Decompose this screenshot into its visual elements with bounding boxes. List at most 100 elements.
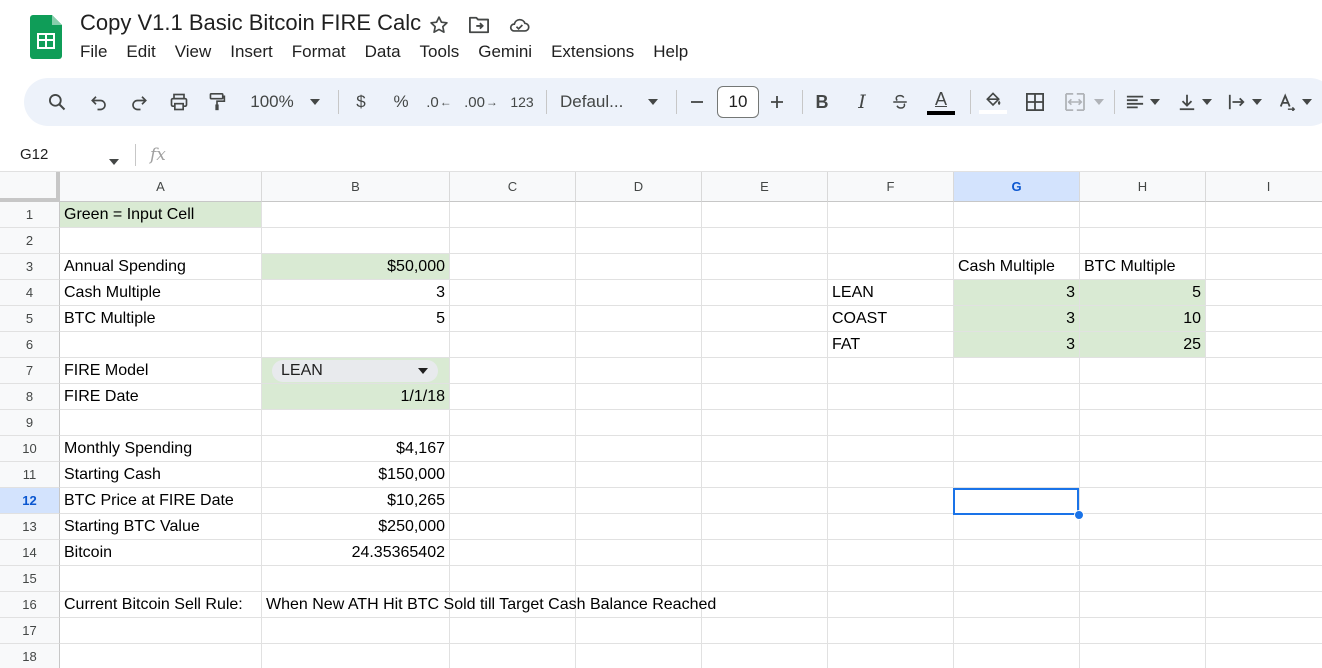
bold-button[interactable]: B [808, 78, 836, 126]
cell-b14[interactable]: 24.35365402 [262, 540, 450, 566]
star-icon[interactable] [428, 14, 450, 36]
zoom-chevron-down-icon[interactable] [306, 78, 324, 126]
halign-chevron-down-icon[interactable] [1148, 78, 1162, 126]
menu-help[interactable]: Help [653, 42, 698, 62]
merge-chevron-down-icon[interactable] [1092, 78, 1106, 126]
format-currency-button[interactable]: $ [348, 78, 374, 126]
text-rotation-icon[interactable] [1274, 78, 1300, 126]
cell-g6[interactable]: 3 [954, 332, 1080, 358]
decrease-decimal-button[interactable]: .0 ← [424, 78, 454, 126]
cell-a16[interactable]: Current Bitcoin Sell Rule: [60, 592, 262, 618]
horizontal-align-icon[interactable] [1122, 78, 1148, 126]
column-header-a[interactable]: A [60, 172, 262, 202]
cell-g3[interactable]: Cash Multiple [954, 254, 1080, 280]
cell-a4[interactable]: Cash Multiple [60, 280, 262, 306]
cell-b12[interactable]: $10,265 [262, 488, 450, 514]
row-header-11[interactable]: 11 [0, 462, 60, 488]
italic-button[interactable]: I [848, 78, 876, 126]
sheets-logo-icon[interactable] [30, 15, 62, 59]
format-percent-button[interactable]: % [388, 78, 414, 126]
cell-b4[interactable]: 3 [262, 280, 450, 306]
fire-model-dropdown[interactable]: LEAN [272, 360, 438, 382]
row-header-7[interactable]: 7 [0, 358, 60, 384]
cell-a13[interactable]: Starting BTC Value [60, 514, 262, 540]
column-header-i[interactable]: I [1206, 172, 1322, 202]
cell-b11[interactable]: $150,000 [262, 462, 450, 488]
cell-b5[interactable]: 5 [262, 306, 450, 332]
undo-icon[interactable] [84, 78, 114, 126]
cell-f6[interactable]: FAT [828, 332, 954, 358]
font-family-select[interactable]: Defaul... [560, 78, 642, 126]
text-color-button[interactable]: A [924, 78, 958, 126]
cell-b16[interactable]: When New ATH Hit BTC Sold till Target Ca… [266, 596, 716, 614]
font-chevron-down-icon[interactable] [644, 78, 662, 126]
cell-h3[interactable]: BTC Multiple [1080, 254, 1206, 280]
row-header-4[interactable]: 4 [0, 280, 60, 306]
row-header-16[interactable]: 16 [0, 592, 60, 618]
borders-icon[interactable] [1020, 78, 1050, 126]
paint-format-icon[interactable] [202, 78, 232, 126]
column-header-e[interactable]: E [702, 172, 828, 202]
cell-g5[interactable]: 3 [954, 306, 1080, 332]
menu-file[interactable]: File [80, 42, 117, 62]
fill-color-icon[interactable] [976, 78, 1010, 126]
increase-font-size-icon[interactable] [764, 78, 790, 126]
cell-b10[interactable]: $4,167 [262, 436, 450, 462]
more-formats-button[interactable]: 123 [506, 78, 538, 126]
cell-g4[interactable]: 3 [954, 280, 1080, 306]
select-all-corner[interactable] [0, 172, 60, 202]
vertical-align-icon[interactable] [1174, 78, 1200, 126]
move-folder-icon[interactable] [468, 14, 490, 36]
row-header-1[interactable]: 1 [0, 202, 60, 228]
cell-b3[interactable]: $50,000 [262, 254, 450, 280]
document-title[interactable]: Copy V1.1 Basic Bitcoin FIRE Calc [80, 10, 421, 36]
column-header-d[interactable]: D [576, 172, 702, 202]
font-size-input[interactable]: 10 [717, 86, 759, 118]
cell-a7[interactable]: FIRE Model [60, 358, 262, 384]
cell-a8[interactable]: FIRE Date [60, 384, 262, 410]
row-header-18[interactable]: 18 [0, 644, 60, 668]
row-header-14[interactable]: 14 [0, 540, 60, 566]
cell-a12[interactable]: BTC Price at FIRE Date [60, 488, 262, 514]
cloud-status-icon[interactable] [508, 14, 530, 36]
cell-h5[interactable]: 10 [1080, 306, 1206, 332]
row-header-17[interactable]: 17 [0, 618, 60, 644]
decrease-font-size-icon[interactable] [684, 78, 710, 126]
name-box-chevron-down-icon[interactable] [109, 152, 119, 170]
zoom-select[interactable]: 100% [242, 78, 302, 126]
cell-b8[interactable]: 1/1/18 [262, 384, 450, 410]
cell-a11[interactable]: Starting Cash [60, 462, 262, 488]
column-header-b[interactable]: B [262, 172, 450, 202]
cell-a14[interactable]: Bitcoin [60, 540, 262, 566]
name-box[interactable]: G12 [20, 146, 48, 163]
row-header-2[interactable]: 2 [0, 228, 60, 254]
text-wrapping-icon[interactable] [1224, 78, 1250, 126]
redo-icon[interactable] [124, 78, 154, 126]
menu-view[interactable]: View [175, 42, 222, 62]
menu-insert[interactable]: Insert [230, 42, 283, 62]
valign-chevron-down-icon[interactable] [1200, 78, 1214, 126]
rotation-chevron-down-icon[interactable] [1300, 78, 1314, 126]
row-header-5[interactable]: 5 [0, 306, 60, 332]
cell-h4[interactable]: 5 [1080, 280, 1206, 306]
cell-f5[interactable]: COAST [828, 306, 954, 332]
row-header-13[interactable]: 13 [0, 514, 60, 540]
strikethrough-icon[interactable] [886, 78, 914, 126]
cell-h6[interactable]: 25 [1080, 332, 1206, 358]
wrap-chevron-down-icon[interactable] [1250, 78, 1264, 126]
cell-a3[interactable]: Annual Spending [60, 254, 262, 280]
row-header-9[interactable]: 9 [0, 410, 60, 436]
print-icon[interactable] [164, 78, 194, 126]
row-header-6[interactable]: 6 [0, 332, 60, 358]
fill-handle[interactable] [1074, 510, 1084, 520]
row-header-15[interactable]: 15 [0, 566, 60, 592]
column-header-h[interactable]: H [1080, 172, 1206, 202]
cell-b13[interactable]: $250,000 [262, 514, 450, 540]
cell-f4[interactable]: LEAN [828, 280, 954, 306]
row-header-8[interactable]: 8 [0, 384, 60, 410]
menu-tools[interactable]: Tools [420, 42, 470, 62]
increase-decimal-button[interactable]: .00 → [464, 78, 498, 126]
active-cell-selection[interactable] [953, 488, 1079, 515]
cell-a1[interactable]: Green = Input Cell [60, 202, 262, 228]
row-header-12[interactable]: 12 [0, 488, 60, 514]
